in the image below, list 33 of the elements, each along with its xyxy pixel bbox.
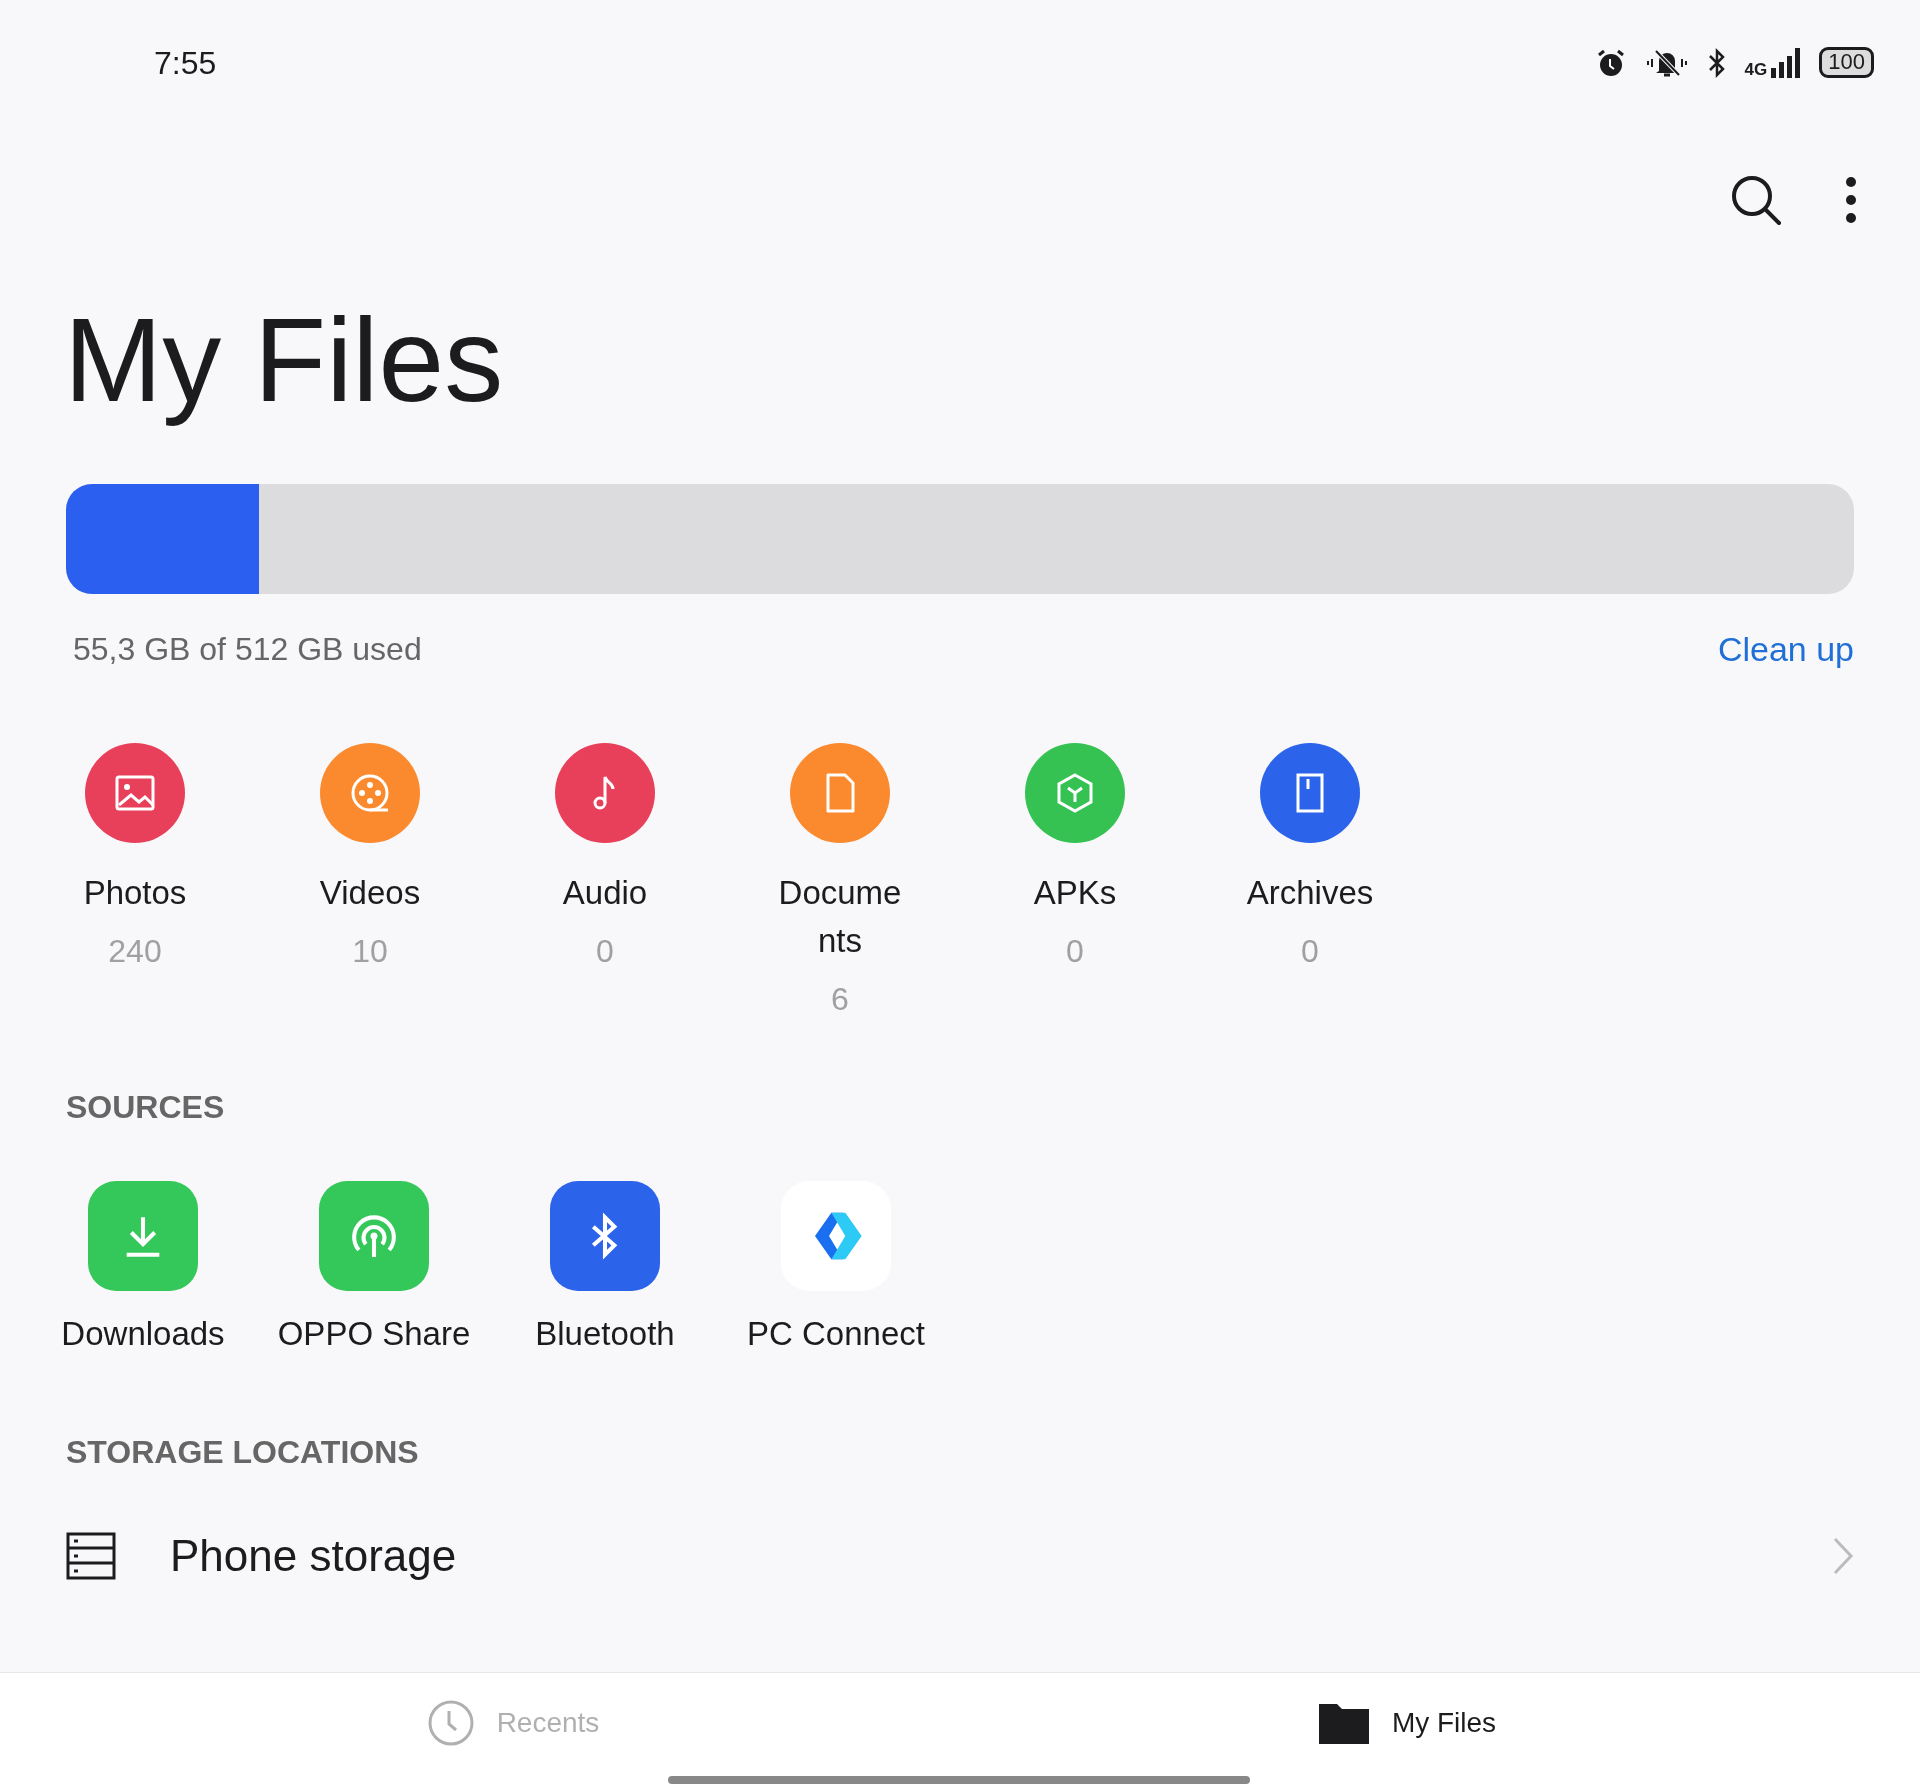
category-count: 0	[1066, 931, 1084, 971]
category-label: Archives	[1245, 872, 1375, 913]
category-label: APKs	[1032, 872, 1118, 913]
search-icon[interactable]	[1730, 174, 1782, 226]
more-menu-icon[interactable]	[1844, 175, 1858, 225]
source-shortcut[interactable]: Bluetooth	[505, 1180, 705, 1359]
storage-location-row[interactable]: Phone storage	[66, 1506, 1854, 1607]
chevron-right-icon	[1832, 1536, 1854, 1577]
category-label: Photos	[82, 872, 188, 913]
category-label: Videos	[318, 872, 422, 913]
nav-tab[interactable]: My Files	[1317, 1700, 1497, 1745]
clock-icon	[426, 1698, 475, 1747]
battery-indicator: 100	[1819, 47, 1874, 78]
section-heading: STORAGE LOCATIONS	[66, 1433, 420, 1473]
bluetooth-icon	[1706, 46, 1727, 79]
clean-up-link[interactable]: Clean up	[1717, 623, 1854, 675]
category-label: Documents	[777, 872, 903, 961]
category-count: 10	[352, 931, 388, 971]
category-count: 6	[831, 979, 849, 1019]
page-title: My Files	[64, 293, 505, 428]
storage-usage-text: 55,3 GB of 512 GB used	[73, 630, 422, 670]
section-heading: SOURCES	[66, 1087, 226, 1127]
source-shortcut[interactable]: PC Connect	[736, 1180, 936, 1359]
category-label: Audio	[561, 872, 649, 913]
category-count: 0	[596, 931, 614, 971]
source-shortcut[interactable]: OPPO Share	[274, 1180, 474, 1359]
category-count: 240	[108, 931, 162, 971]
network-label: 4G	[1744, 60, 1768, 78]
source-shortcut[interactable]: Downloads	[43, 1180, 243, 1359]
category-count: 0	[1301, 931, 1319, 971]
signal-icon	[1771, 47, 1802, 78]
storage-drive-icon	[66, 1532, 116, 1581]
status-time: 7:55	[154, 43, 217, 83]
